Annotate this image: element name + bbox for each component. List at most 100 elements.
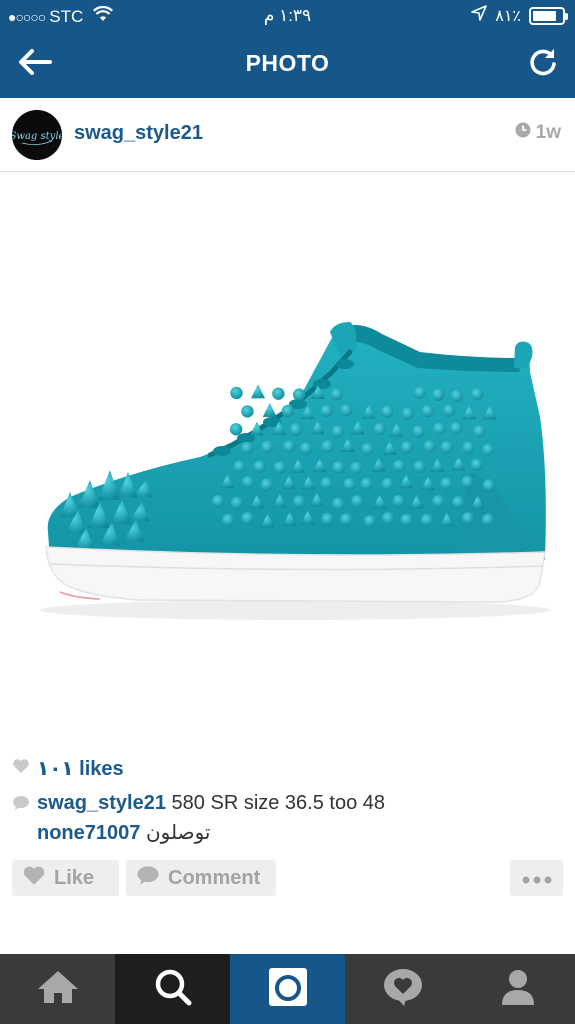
tab-camera[interactable] <box>230 954 345 1024</box>
battery-icon <box>529 6 568 25</box>
likes-row[interactable]: ١٠١ likes <box>12 756 124 781</box>
round-stud <box>420 513 434 527</box>
comment-line: none71007 توصلون <box>37 818 385 848</box>
round-stud <box>332 461 345 474</box>
round-stud <box>321 440 334 453</box>
round-stud <box>481 443 495 456</box>
heart-icon <box>22 865 46 892</box>
round-stud <box>440 477 453 490</box>
round-stud <box>320 404 333 418</box>
round-stud <box>211 494 225 508</box>
round-stud <box>340 403 353 417</box>
top-bar: ●○○○○ STC ١:٣٩ م ٨١٪ PHOTO <box>0 0 575 98</box>
caption-username[interactable]: swag_style21 <box>37 792 166 814</box>
round-stud <box>413 460 426 474</box>
location-arrow-icon <box>471 5 488 26</box>
round-stud <box>433 422 446 435</box>
round-stud <box>282 440 296 453</box>
round-stud <box>412 425 425 438</box>
round-stud <box>241 512 254 525</box>
caption-row: swag_style21 580 SR size 36.5 too 48 non… <box>12 788 562 848</box>
round-stud <box>432 495 445 508</box>
comment-text: توصلون <box>145 822 211 844</box>
round-stud <box>442 404 456 417</box>
round-stud <box>381 512 395 525</box>
tab-bar <box>0 954 575 1024</box>
round-stud <box>400 441 414 454</box>
post-actions: Like Comment <box>12 860 563 896</box>
round-stud <box>233 460 246 473</box>
round-stud <box>331 425 345 438</box>
comment-button[interactable]: Comment <box>126 860 276 896</box>
round-stud <box>273 461 287 474</box>
search-icon <box>153 967 193 1012</box>
round-stud <box>272 387 285 400</box>
post-username[interactable]: swag_style21 <box>74 122 203 145</box>
round-stud <box>330 388 343 401</box>
refresh-button[interactable] <box>525 46 561 82</box>
round-stud <box>343 478 356 491</box>
round-stud <box>381 405 394 418</box>
round-stud <box>461 475 474 489</box>
like-label: Like <box>54 866 95 889</box>
like-button[interactable]: Like <box>12 860 119 896</box>
round-stud <box>400 513 413 527</box>
caption-text: 580 SR size 36.5 too 48 <box>171 792 386 814</box>
round-stud <box>450 389 463 403</box>
round-stud <box>392 494 406 508</box>
post-photo[interactable] <box>0 172 575 747</box>
post-header: Swag style swag_style21 1w <box>0 98 575 172</box>
round-stud <box>230 496 244 510</box>
avatar[interactable]: Swag style <box>12 110 62 160</box>
round-stud <box>230 386 243 400</box>
spike-stud <box>251 384 266 399</box>
heart-bubble-icon <box>382 967 424 1012</box>
comment-label: Comment <box>168 866 261 889</box>
round-stud <box>321 512 334 526</box>
tab-home[interactable] <box>0 954 115 1024</box>
tab-search[interactable] <box>115 954 230 1024</box>
round-stud <box>381 477 394 491</box>
round-stud <box>401 407 414 420</box>
round-stud <box>261 440 274 454</box>
round-stud <box>432 388 445 401</box>
svg-text:Swag style: Swag style <box>12 131 62 142</box>
round-stud <box>332 497 345 511</box>
time-ago-label: 1w <box>535 122 561 143</box>
round-stud <box>221 513 235 527</box>
round-stud <box>350 461 363 475</box>
camera-icon <box>268 967 308 1012</box>
round-stud <box>473 425 486 438</box>
tab-activity[interactable] <box>345 954 460 1024</box>
round-stud <box>260 478 273 491</box>
round-stud <box>462 441 475 454</box>
round-stud <box>421 404 434 418</box>
round-stud <box>229 423 243 436</box>
ellipsis-icon <box>522 867 552 890</box>
round-stud <box>253 460 266 473</box>
round-stud <box>450 421 463 435</box>
round-stud <box>461 512 475 525</box>
post-time: 1w <box>515 122 561 144</box>
round-stud <box>423 440 436 453</box>
caption-line: swag_style21 580 SR size 36.5 too 48 <box>37 788 385 818</box>
status-bar: ●○○○○ STC ١:٣٩ م ٨١٪ <box>0 0 575 32</box>
comment-bubble-icon <box>136 865 160 892</box>
round-stud <box>360 477 373 491</box>
more-options-button[interactable] <box>510 860 563 896</box>
likes-count[interactable]: ١٠١ likes <box>37 756 124 781</box>
round-stud <box>241 405 254 418</box>
round-stud <box>351 495 364 508</box>
round-stud <box>241 475 255 489</box>
round-stud <box>470 458 483 472</box>
comment-username[interactable]: none71007 <box>37 822 140 844</box>
tab-profile[interactable] <box>460 954 575 1024</box>
round-stud <box>482 479 496 492</box>
round-stud <box>281 404 295 418</box>
round-stud <box>299 442 313 455</box>
shoe-image <box>40 322 550 620</box>
round-stud <box>320 477 333 490</box>
comment-bubble-icon <box>12 795 30 816</box>
avatar-logo: Swag style <box>12 110 62 160</box>
round-stud <box>289 423 303 436</box>
